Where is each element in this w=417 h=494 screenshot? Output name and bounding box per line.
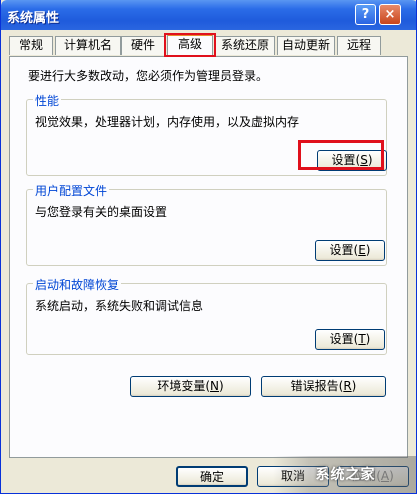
user-profiles-group-title: 用户配置文件 xyxy=(33,182,110,199)
settings-highlight-box xyxy=(298,140,384,170)
advanced-tab-panel: 要进行大多数改动，您必须作为管理员登录。 性能 视觉效果，处理器计划，内存使用，… xyxy=(9,56,408,458)
environment-variables-label: 环境变量 xyxy=(157,379,206,393)
tab-remote[interactable]: 远程 xyxy=(337,36,381,55)
help-button[interactable]: ? xyxy=(355,4,376,25)
admin-notice: 要进行大多数改动，您必须作为管理员登录。 xyxy=(28,69,269,83)
startup-recovery-settings-hotkey: T xyxy=(358,332,366,346)
startup-recovery-group: 启动和故障恢复 系统启动，系统失败和调试信息 设置(T) xyxy=(26,276,387,355)
startup-recovery-group-title: 启动和故障恢复 xyxy=(33,276,122,293)
user-profiles-description: 与您登录有关的桌面设置 xyxy=(35,205,168,219)
tab-highlight-box xyxy=(164,33,216,57)
user-profiles-settings-button[interactable]: 设置(E) xyxy=(315,240,385,261)
tab-automatic-updates[interactable]: 自动更新 xyxy=(277,36,335,55)
tab-system-restore[interactable]: 系统还原 xyxy=(215,36,275,55)
environment-variables-hotkey: N xyxy=(210,379,219,393)
user-profiles-group: 用户配置文件 与您登录有关的桌面设置 设置(E) xyxy=(26,182,387,266)
error-reporting-hotkey: R xyxy=(343,379,352,393)
startup-recovery-description: 系统启动，系统失败和调试信息 xyxy=(35,299,204,313)
title-bar[interactable]: 系统属性 ? × xyxy=(1,0,416,30)
error-reporting-button[interactable]: 错误报告(R) xyxy=(261,376,386,397)
performance-description: 视觉效果，处理器计划，内存使用，以及虚拟内存 xyxy=(35,115,300,129)
startup-recovery-settings-button[interactable]: 设置(T) xyxy=(315,329,385,350)
user-profiles-settings-label: 设置 xyxy=(329,243,354,257)
performance-group-title: 性能 xyxy=(33,92,62,109)
site-watermark: 系统之家 xyxy=(273,456,416,493)
tab-general[interactable]: 常规 xyxy=(9,36,53,55)
tab-hardware[interactable]: 硬件 xyxy=(121,36,165,55)
error-reporting-label: 错误报告 xyxy=(290,379,339,393)
user-profiles-settings-hotkey: E xyxy=(358,243,366,257)
ok-button[interactable]: 确定 xyxy=(176,466,248,487)
tab-computer-name[interactable]: 计算机名 xyxy=(55,36,121,55)
window-title: 系统属性 xyxy=(7,11,60,26)
system-properties-window: 系统属性 ? × 常规 计算机名 硬件 高级 系统还原 自动更新 远程 要进行大… xyxy=(0,0,417,494)
startup-recovery-settings-label: 设置 xyxy=(329,332,354,346)
environment-variables-button[interactable]: 环境变量(N) xyxy=(130,376,251,397)
close-button[interactable]: × xyxy=(379,4,401,25)
